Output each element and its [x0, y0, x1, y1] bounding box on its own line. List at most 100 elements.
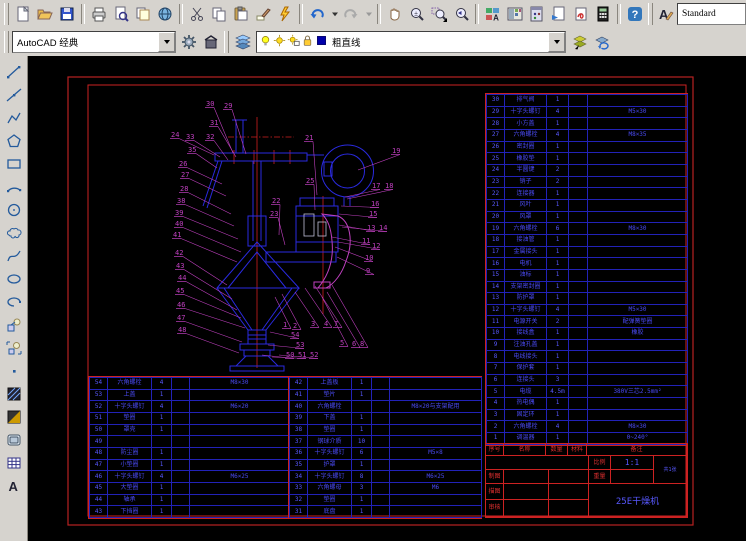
matchprops-button[interactable] [252, 3, 274, 25]
part-remark: M6×25 [390, 471, 482, 483]
properties-button[interactable]: A [482, 3, 504, 25]
zoom-realtime-button[interactable]: ± [406, 3, 428, 25]
text-style-button[interactable]: A [656, 3, 677, 25]
table-row: 33六角螺母3M6 [290, 482, 482, 494]
make-block-button[interactable] [2, 336, 25, 359]
sheetset-button[interactable] [548, 3, 570, 25]
plot-button[interactable] [88, 3, 110, 25]
polyline-button[interactable] [2, 106, 25, 129]
point-button[interactable] [2, 359, 25, 382]
open-button[interactable] [34, 3, 56, 25]
hatch-button[interactable] [2, 382, 25, 405]
sunvp-icon[interactable] [287, 34, 300, 50]
titleblock-cell [504, 500, 549, 517]
undo-button[interactable] [306, 3, 328, 25]
part-name: 防尘圈 [108, 447, 152, 459]
cut-button[interactable] [186, 3, 208, 25]
insert-block-button[interactable] [2, 313, 25, 336]
table-button[interactable] [2, 451, 25, 474]
toolbar-grip[interactable] [224, 31, 229, 53]
help-button[interactable]: ? [624, 3, 646, 25]
sun-icon[interactable] [273, 34, 286, 50]
pan-button[interactable] [384, 3, 406, 25]
quickcalc-icon [595, 6, 611, 22]
revcloud-button[interactable] [2, 221, 25, 244]
ellipse-arc-button[interactable] [2, 290, 25, 313]
undo-drop-button[interactable] [328, 3, 340, 25]
table-row: 35护罩1 [290, 459, 482, 471]
spline-button[interactable] [2, 244, 25, 267]
part-qty: 1 [547, 153, 569, 165]
makecurrent-button[interactable] [569, 31, 591, 53]
layer-combobox[interactable]: 粗直线 [256, 31, 566, 53]
part-material [569, 351, 588, 363]
ellipse-button[interactable] [2, 267, 25, 290]
part-material [172, 447, 190, 459]
chevron-down-icon[interactable] [158, 32, 175, 52]
redo-button[interactable] [340, 3, 362, 25]
toolpalettes-button[interactable] [526, 3, 548, 25]
mtext-button[interactable]: A [2, 474, 25, 497]
part-qty: 3 [547, 374, 569, 386]
new-button[interactable] [12, 3, 34, 25]
rectangle-button[interactable] [2, 152, 25, 175]
toolbar-grip[interactable] [4, 31, 9, 53]
svg-text:22: 22 [272, 197, 280, 205]
drawing-canvas[interactable]: 3029313224333526272838394041424344454647… [28, 56, 746, 541]
undo-icon [309, 6, 325, 22]
lock-icon[interactable] [301, 34, 314, 50]
chevron-down-icon[interactable] [548, 32, 565, 52]
publish-button[interactable] [132, 3, 154, 25]
zoom-window-button[interactable] [428, 3, 450, 25]
arc-button[interactable] [2, 175, 25, 198]
copy-button[interactable] [208, 3, 230, 25]
workspace-combobox[interactable]: AutoCAD 经典 [12, 31, 176, 53]
role-tracer: 描图 [486, 484, 504, 500]
header-seq: 序号 [486, 444, 504, 456]
part-material [372, 412, 390, 424]
part-no: 33 [290, 482, 308, 494]
text-style-combobox[interactable]: Standard [677, 3, 746, 25]
toolbar-grip[interactable] [648, 3, 653, 25]
table-row: 34十字头螺钉8M6×25 [290, 471, 482, 483]
part-name: 小垫圈 [108, 459, 152, 471]
web-button[interactable] [154, 3, 176, 25]
line-icon [6, 64, 22, 80]
swatch-icon[interactable] [315, 34, 328, 50]
svg-text:A: A [8, 479, 18, 494]
layerprev-button[interactable] [591, 31, 613, 53]
line-button[interactable] [2, 60, 25, 83]
save-button[interactable] [56, 3, 78, 25]
part-qty: 1 [547, 339, 569, 351]
myworkspace-button[interactable] [200, 31, 222, 53]
polygon-button[interactable] [2, 129, 25, 152]
toolbar-grip[interactable] [4, 3, 9, 25]
part-remark [390, 436, 482, 448]
part-qty: 1 [152, 482, 172, 494]
designcenter-button[interactable] [504, 3, 526, 25]
blockedit-button[interactable] [274, 3, 296, 25]
bulb-icon[interactable] [259, 34, 272, 50]
gradient-button[interactable] [2, 405, 25, 428]
region-button[interactable] [2, 428, 25, 451]
redo-drop-button[interactable] [362, 3, 374, 25]
callout-7: 7 [315, 286, 342, 328]
svg-text:44: 44 [178, 274, 186, 282]
xline-button[interactable] [2, 83, 25, 106]
preview-button[interactable] [110, 3, 132, 25]
quickcalc-button[interactable] [592, 3, 614, 25]
part-qty: 1 [547, 246, 569, 258]
part-material [569, 106, 588, 118]
part-material [172, 412, 190, 424]
markup-button[interactable] [570, 3, 592, 25]
svg-text:13: 13 [367, 224, 375, 232]
paste-button[interactable] [230, 3, 252, 25]
zoom-previous-button[interactable] [450, 3, 472, 25]
layer-properties-button[interactable] [232, 31, 254, 53]
table-row: 23销子2 [487, 176, 688, 188]
wsettings-button[interactable] [178, 31, 200, 53]
part-material [569, 188, 588, 200]
part-qty: 1 [547, 234, 569, 246]
part-qty: 1 [152, 424, 172, 436]
circle-button[interactable] [2, 198, 25, 221]
